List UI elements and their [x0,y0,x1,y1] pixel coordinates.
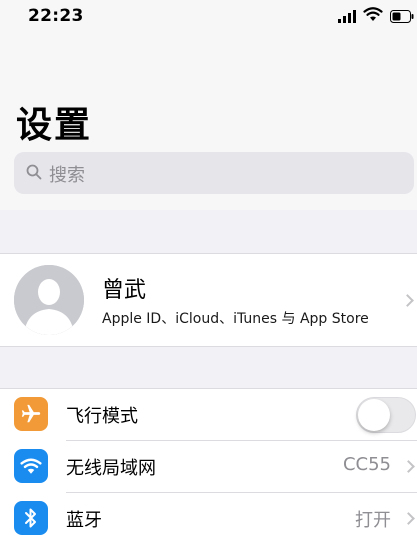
apple-id-profile-row[interactable]: 曾武 Apple ID、iCloud、iTunes 与 App Store [0,253,417,347]
chevron-right-icon [401,294,414,307]
chevron-right-icon [402,460,415,473]
bluetooth-icon [14,501,48,535]
avatar-silhouette-icon [14,265,84,335]
setting-label: 无线局域网 [66,458,156,479]
status-time: 22:23 [28,6,84,26]
toggle-knob [358,399,390,431]
setting-value: 打开 [355,510,391,531]
wifi-icon [363,6,383,26]
setting-label: 蓝牙 [66,510,102,531]
setting-row-bluetooth[interactable]: 蓝牙 打开 [0,493,417,538]
airplane-mode-toggle[interactable] [356,397,416,433]
wifi-icon [14,449,48,483]
search-placeholder: 搜索 [49,165,85,186]
search-icon [26,164,42,184]
setting-label: 飞行模式 [66,406,138,427]
profile-name: 曾武 [102,278,147,303]
airplane-icon [14,397,48,431]
search-input[interactable]: 搜索 [14,152,414,194]
header: 设置 搜索 [0,34,417,210]
setting-row-wifi[interactable]: 无线局域网 CC55 [0,441,417,493]
setting-value: CC55 [342,454,391,475]
battery-icon [390,8,414,27]
page-title: 设置 [16,105,93,146]
settings-group-connectivity: 飞行模式 无线局域网 CC55 蓝牙 打开 [0,388,417,538]
status-bar: 22:23 [0,0,417,34]
setting-row-airplane-mode[interactable]: 飞行模式 [0,389,417,441]
chevron-right-icon [402,512,415,525]
cellular-signal-icon [338,8,358,27]
profile-subtitle: Apple ID、iCloud、iTunes 与 App Store [102,311,369,327]
